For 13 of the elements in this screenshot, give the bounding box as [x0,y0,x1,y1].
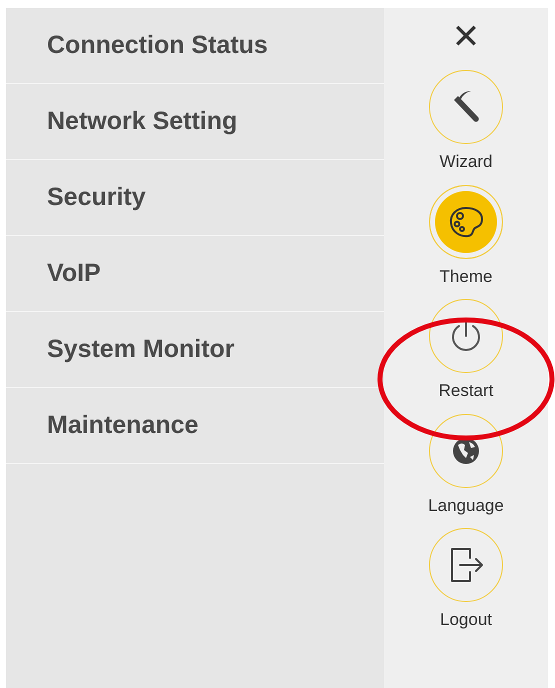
action-label: Wizard [440,152,492,172]
close-button[interactable]: ✕ [452,20,480,54]
action-label: Theme [440,266,492,286]
wizard-button[interactable] [429,70,503,144]
wand-icon [451,90,481,124]
action-label: Restart [438,381,494,401]
language-button[interactable] [428,414,503,488]
logout-button[interactable] [429,528,503,602]
action-label: Language [428,496,504,516]
action-label: Logout [440,610,492,630]
restart-button[interactable] [429,299,503,373]
palette-icon [448,206,484,238]
logout-icon [448,546,484,584]
